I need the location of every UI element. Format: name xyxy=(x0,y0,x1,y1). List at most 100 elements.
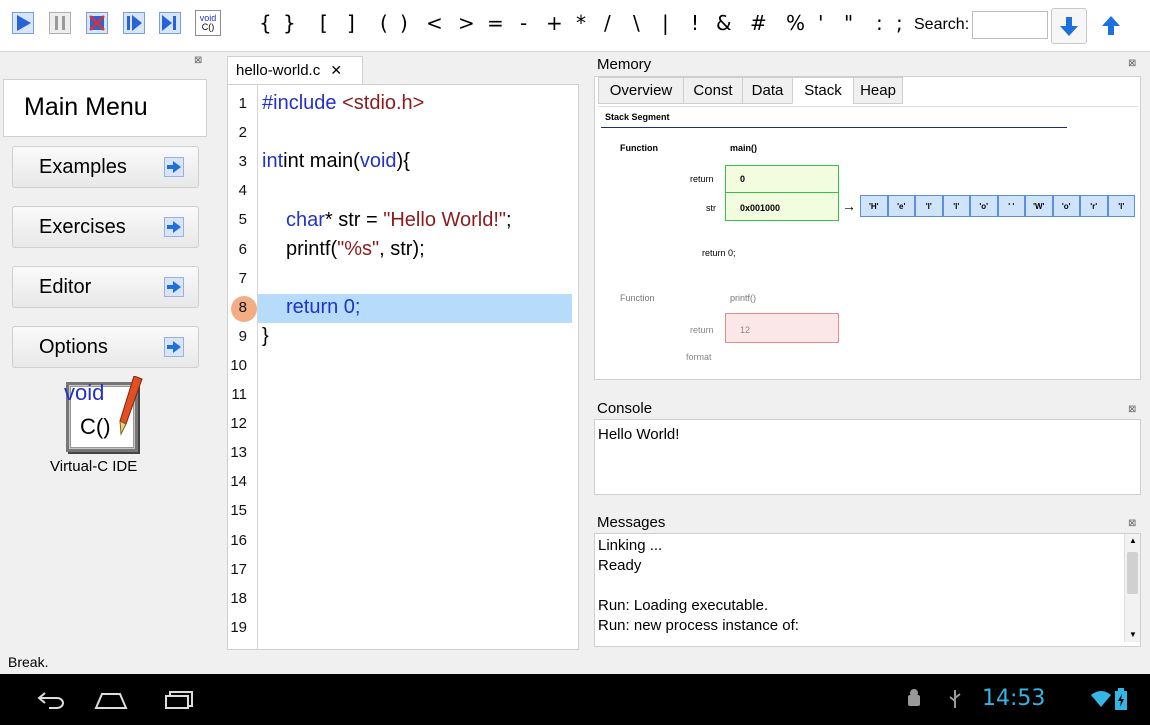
messages-output[interactable]: Linking ... Ready Run: Loading executable.… xyxy=(594,533,1141,647)
symbol-button[interactable]: ] xyxy=(347,11,355,35)
symbol-button[interactable]: } xyxy=(283,11,296,35)
close-icon[interactable]: ⊠ xyxy=(1128,404,1136,415)
line-number: 5 xyxy=(238,211,247,229)
back-icon[interactable] xyxy=(37,691,65,709)
line-number: 6 xyxy=(238,240,247,258)
clock: 14:53 xyxy=(982,686,1046,711)
close-icon[interactable]: ⊠ xyxy=(194,55,202,66)
menu-item-label: Exercises xyxy=(39,215,126,238)
menu-options-button[interactable]: Options xyxy=(12,326,199,368)
code-editor[interactable]: 1 2 3 4 5 6 7 8 9 10 11 12 13 14 15 16 17 18 19 #include <… xyxy=(227,84,579,650)
scroll-up-icon[interactable]: ▲ xyxy=(1129,536,1137,545)
search-input[interactable] xyxy=(972,11,1048,39)
memory-panel-title: Memory xyxy=(597,56,652,73)
console-output[interactable]: Hello World! xyxy=(594,419,1141,495)
line-number: 8 xyxy=(238,298,247,316)
tab-heap[interactable]: Heap xyxy=(853,77,903,104)
symbol-button[interactable]: > xyxy=(458,11,475,35)
char-cell: ' ' xyxy=(997,195,1025,217)
line-number: 1 xyxy=(238,95,247,112)
symbol-button[interactable]: + xyxy=(546,11,563,35)
menu-editor-button[interactable]: Editor xyxy=(12,266,199,308)
tab-const[interactable]: Const xyxy=(683,77,743,104)
menu-exercises-button[interactable]: Exercises xyxy=(12,206,199,248)
symbol-button[interactable]: % xyxy=(786,11,805,35)
symbol-button[interactable]: ! xyxy=(691,11,699,35)
stop-button[interactable] xyxy=(86,12,108,34)
toolbar: void C() {} [] () < > = - + * / \ |! & #% ' ":; Search: xyxy=(0,0,1150,52)
message-line: Run: Loading executable. xyxy=(598,597,769,614)
char-cell: 'l' xyxy=(915,195,943,217)
close-icon[interactable]: ⊠ xyxy=(1128,58,1136,69)
close-tab-icon[interactable]: ✕ xyxy=(330,62,342,78)
frame2-return-value: 12 xyxy=(740,325,751,335)
symbol-button[interactable]: [ xyxy=(320,11,328,35)
line-number: 16 xyxy=(230,531,247,549)
line-number: 13 xyxy=(230,444,247,462)
frame1-return-value: 0 xyxy=(740,174,746,184)
close-icon[interactable]: ⊠ xyxy=(1128,518,1136,529)
symbol-button[interactable]: ( xyxy=(380,11,388,35)
home-icon[interactable] xyxy=(94,690,128,710)
code-line-9: } xyxy=(262,325,269,347)
main-menu-panel: ⊠ Main Menu Examples Exercises Editor Op… xyxy=(0,52,210,652)
scrollbar-thumb[interactable] xyxy=(1127,552,1138,594)
tab-data[interactable]: Data xyxy=(742,77,793,104)
symbol-button[interactable]: \ xyxy=(633,11,640,35)
symbol-button[interactable]: < xyxy=(426,11,443,35)
step-icon xyxy=(123,12,145,34)
recent-apps-icon[interactable] xyxy=(164,691,194,709)
arrow-right-icon xyxy=(164,337,184,357)
line-number: 10 xyxy=(230,356,247,374)
symbol-button[interactable]: & xyxy=(716,11,732,35)
scroll-down-icon[interactable]: ▼ xyxy=(1129,630,1137,639)
code-line-5: char* str = "Hello World!"; xyxy=(286,209,512,231)
char-cell: 'r' xyxy=(1080,195,1108,217)
arrow-right-icon xyxy=(164,277,184,297)
wifi-icon xyxy=(1091,691,1111,707)
search-down-button[interactable] xyxy=(1051,8,1087,44)
symbol-button[interactable]: = xyxy=(487,11,504,35)
symbol-button[interactable]: - xyxy=(520,11,527,35)
symbol-button[interactable]: ; xyxy=(896,11,903,35)
symbol-button[interactable]: ) xyxy=(400,11,408,35)
battery-icon xyxy=(1115,688,1127,710)
frame1-return-statement: return 0; xyxy=(702,248,736,258)
symbol-button[interactable]: { xyxy=(259,11,272,35)
menu-item-label: Examples xyxy=(39,155,127,178)
logo-label: Virtual-C IDE xyxy=(50,458,138,475)
tab-hello-world[interactable]: hello-world.c ✕ xyxy=(227,56,363,85)
step-button[interactable] xyxy=(123,12,145,34)
symbol-button[interactable]: * xyxy=(576,11,586,35)
run-button[interactable] xyxy=(12,12,34,34)
messages-scrollbar[interactable]: ▲ ▼ xyxy=(1124,534,1140,642)
symbol-button[interactable]: / xyxy=(604,11,611,35)
symbol-button[interactable]: : xyxy=(876,11,883,35)
symbol-button[interactable]: ' xyxy=(818,11,824,35)
code-line-8: return 0; xyxy=(286,296,361,318)
logo-c-text: C() xyxy=(80,414,111,439)
tab-label: hello-world.c xyxy=(236,62,321,79)
line-number: 12 xyxy=(230,415,247,433)
step-over-button[interactable] xyxy=(159,12,181,34)
char-cell: 'o' xyxy=(1052,195,1080,217)
stack-segment-title: Stack Segment xyxy=(605,112,670,122)
char-cell: 'l' xyxy=(942,195,970,217)
menu-item-label: Editor xyxy=(39,275,92,298)
void-c-button[interactable]: void C() xyxy=(195,10,221,36)
tab-stack[interactable]: Stack xyxy=(792,77,854,104)
pause-button[interactable] xyxy=(49,12,71,34)
line-number: 18 xyxy=(230,589,247,607)
symbol-button[interactable]: # xyxy=(750,11,767,35)
frame2-format-label: format xyxy=(686,352,712,362)
symbol-button[interactable]: | xyxy=(662,11,669,35)
editor-tab-bar: hello-world.c ✕ xyxy=(227,52,579,85)
menu-examples-button[interactable]: Examples xyxy=(12,146,199,188)
tab-overview[interactable]: Overview xyxy=(598,77,684,104)
symbol-button[interactable]: " xyxy=(844,11,853,35)
virtual-c-logo: void C() xyxy=(60,376,150,460)
message-line: Run: new process instance of: xyxy=(598,617,799,634)
search-up-button[interactable] xyxy=(1093,8,1129,44)
stop-icon xyxy=(86,12,108,34)
code-line-3: intint main(void){ xyxy=(262,150,410,172)
